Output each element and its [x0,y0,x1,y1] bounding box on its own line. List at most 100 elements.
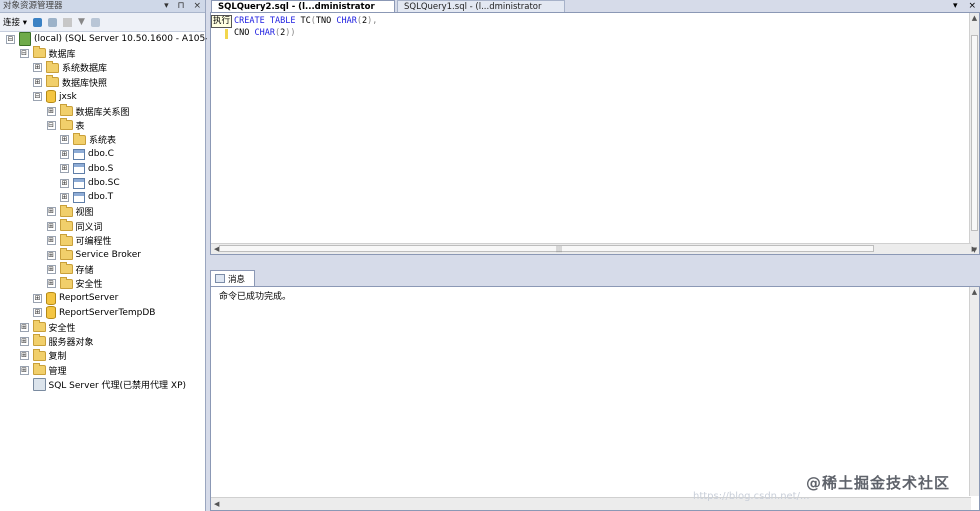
scroll-left-arrow-icon[interactable]: ◀ [214,498,219,510]
tree-node[interactable]: ⊞ 复制 [19,348,67,363]
dropdown-icon[interactable]: ▾ [164,1,169,11]
scroll-thumb[interactable] [971,35,978,231]
tree-node-label: dbo.C [88,149,114,160]
expand-icon[interactable]: ⊞ [60,149,69,159]
collapse-icon[interactable]: ⊟ [6,34,15,44]
expand-icon[interactable]: ⊞ [19,365,29,375]
tree-node[interactable]: ⊞ 服务器对象 [19,334,94,348]
close-icon[interactable]: × [193,1,201,11]
tree-node[interactable]: ⊟ 数据库 [19,46,76,60]
tree-node[interactable]: ⊞ 存储 [46,262,94,276]
tab-messages[interactable]: 消息 [210,270,255,286]
tree-node[interactable]: ⊟ 表 [46,118,85,132]
tree-node-label: 存储 [75,265,94,276]
tab-sqlquery2[interactable]: SQLQuery2.sql - (l...dministrator (52))* [211,0,395,24]
tree-node[interactable]: ⊟ (local) (SQL Server 10.50.1600 - A105-0… [6,32,226,46]
tree-node[interactable]: ⊞ ReportServer [33,291,118,305]
scroll-up-arrow-icon[interactable]: ▲ [970,14,979,22]
tree-node[interactable]: ⊟ jxsk [33,90,77,104]
connect-server-icon[interactable] [32,17,42,27]
code-line: CREATE TABLE TC(TNO CHAR(2), [234,15,377,27]
tab-sqlquery1[interactable]: SQLQuery1.sql - (l...dministrator (53))* [397,0,565,24]
tree-node[interactable]: ⊞ 系统表 [60,132,117,147]
sql-token: )) [285,28,296,38]
tree-node[interactable]: ⊞ 可编程性 [46,233,112,248]
expand-icon[interactable]: ⊞ [60,178,69,188]
watermark-url: https://blog.csdn.net/... [693,491,810,502]
refresh-icon[interactable] [90,17,100,27]
tree-node-label: dbo.S [88,163,114,174]
tree-node[interactable]: ⊞ 系统数据库 [33,60,108,75]
tree-node-label: jxsk [59,91,77,102]
expand-icon[interactable]: ⊞ [46,250,56,260]
filter-icon[interactable]: ▼ [78,17,85,27]
expand-icon[interactable]: ⊞ [33,293,42,303]
tree-node[interactable]: ⊞ ReportServerTempDB [33,306,155,320]
expand-icon[interactable]: ⊞ [46,221,56,231]
expand-icon[interactable]: ⊞ [46,264,56,274]
tree-node[interactable]: ⊞ 数据库快照 [33,75,107,89]
close-tab-icon[interactable]: × [968,1,976,11]
tree-node[interactable]: ⊞ dbo.S [60,162,113,176]
expand-icon[interactable]: ⊞ [19,351,29,361]
expand-icon[interactable]: ⊞ [33,63,42,73]
code-text[interactable]: CREATE TABLE TC(TNO CHAR(2), CNO CHAR(2)) [234,15,377,39]
tree-node-label: 系统表 [89,136,117,147]
tree-node[interactable]: ⊞ dbo.T [60,190,113,204]
collapse-icon[interactable]: ⊟ [46,120,56,130]
connect-button[interactable]: 连接 ▾ [3,16,27,28]
pin-icon[interactable]: ⊓ [178,1,185,11]
sql-code-editor[interactable]: 执行 CREATE TABLE TC(TNO CHAR(2), CNO CHAR(… [210,12,980,255]
tree-node-label: 安全性 [48,323,76,334]
tree-node[interactable]: ⊞ 安全性 [19,320,76,334]
stop-icon[interactable] [62,17,72,27]
horizontal-scroll-thumb[interactable]: ||| [219,245,874,253]
expand-icon[interactable]: ⊞ [46,236,56,246]
collapse-icon[interactable]: ⊟ [33,92,42,102]
disconnect-icon[interactable] [47,17,57,27]
tree-node-label: Service Broker [75,250,141,260]
expand-icon[interactable]: ⊞ [60,135,69,145]
object-explorer-panel: 对象资源管理器 ▾ ⊓ × 连接 ▾ ▼ ⊟ (local) (SQL Serve… [0,0,226,511]
expand-icon[interactable]: ⊞ [46,106,56,116]
server-icon [19,32,31,46]
folder-icon [32,363,46,376]
scroll-up-arrow-icon[interactable]: ▲ [970,288,979,296]
tree-node-label: dbo.T [88,192,114,203]
scroll-right-arrow-icon[interactable]: ▶ [972,244,977,254]
tree-node[interactable]: ⊞ dbo.C [60,147,114,161]
tree-node-label: 安全性 [75,280,103,291]
expand-icon[interactable]: ⊞ [46,279,56,289]
tree-node[interactable]: ⊞ 视图 [46,204,94,219]
agent-icon [32,378,46,392]
execute-tooltip: 执行 [211,15,233,28]
expand-icon[interactable]: ⊞ [33,77,42,87]
code-vertical-scrollbar[interactable]: ▲ ▼ [969,13,979,254]
expand-icon[interactable]: ⊞ [60,164,69,174]
expand-icon[interactable]: ⊞ [33,308,42,318]
folder-icon [59,276,73,289]
tree-node-label: 系统数据库 [62,64,108,75]
tree-node[interactable]: SQL Server 代理(已禁用代理 XP) [20,378,186,392]
expand-icon[interactable]: ⊞ [19,336,29,346]
expand-icon[interactable]: ⊞ [19,322,29,332]
tree-node-label: ReportServer [59,293,119,304]
table-icon [73,163,85,175]
messages-horizontal-scrollbar[interactable]: ◀ [211,497,971,510]
tree-node-label: 数据库快照 [62,78,108,89]
sql-token: ), [367,16,378,26]
tree-node[interactable]: ⊞ 数据库关系图 [46,104,130,118]
tree-node[interactable]: ⊞ dbo.SC [60,176,120,190]
messages-vertical-scrollbar[interactable]: ▲ [969,287,979,496]
tree-node-label: 数据库 [48,49,76,60]
expand-icon[interactable]: ⊞ [60,192,69,202]
tree-node[interactable]: ⊞ 管理 [19,363,67,377]
tree-node-label: 可编程性 [75,237,112,248]
code-horizontal-scrollbar[interactable]: ◀ ||| ▶ [211,243,977,254]
tree-node[interactable]: ⊞ 同义词 [46,219,103,233]
tab-list-dropdown-icon[interactable]: ▾ [953,1,958,11]
tree-node[interactable]: ⊞ Service Broker [46,248,141,262]
expand-icon[interactable]: ⊞ [46,207,56,217]
tree-node[interactable]: ⊞ 安全性 [46,276,103,291]
collapse-icon[interactable]: ⊟ [19,48,29,58]
